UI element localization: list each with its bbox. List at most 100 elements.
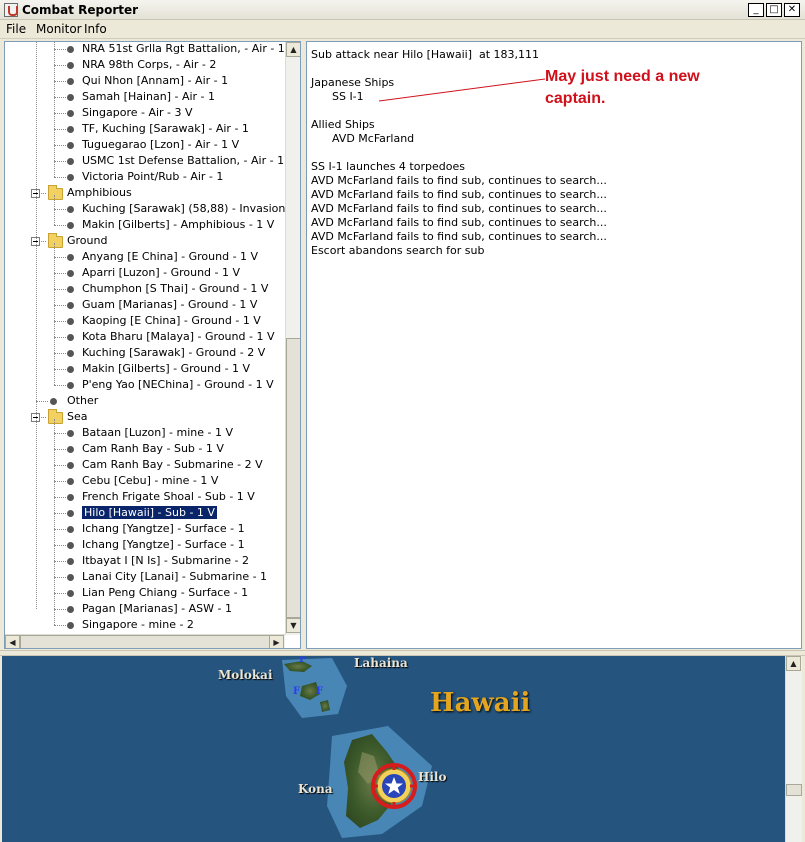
tree-item[interactable]: Ichang [Yangtze] - Surface - 1: [82, 521, 245, 537]
tree-item-label: Kaoping [E China] - Ground - 1 V: [82, 314, 261, 327]
tree-item-label: Kota Bharu [Malaya] - Ground - 1 V: [82, 330, 275, 343]
tree-item[interactable]: Kuching [Sarawak] (58,88) - Invasion - 1…: [82, 201, 285, 217]
hawaii-map[interactable]: F F F Molokai Lahaina Kona Hilo Hawaii: [2, 656, 785, 842]
tree-item[interactable]: P'eng Yao [NEChina] - Ground - 1 V: [82, 377, 274, 393]
annotation-arrow: [378, 78, 546, 102]
tree-item[interactable]: Chumphon [S Thai] - Ground - 1 V: [82, 281, 268, 297]
tree-item[interactable]: Bataan [Luzon] - mine - 1 V: [82, 425, 233, 441]
tree-item-label: TF, Kuching [Sarawak] - Air - 1: [82, 122, 249, 135]
tree-item[interactable]: Qui Nhon [Annam] - Air - 1: [82, 73, 228, 89]
tree-category-amphibious[interactable]: Amphibious: [67, 185, 132, 201]
bullet-icon: [67, 206, 74, 213]
tree-item[interactable]: Guam [Marianas] - Ground - 1 V: [82, 297, 257, 313]
bullet-icon: [67, 94, 74, 101]
menu-info[interactable]: Info: [84, 22, 107, 36]
tree-scroll-thumb[interactable]: [286, 338, 300, 618]
tree-category-sea[interactable]: Sea: [67, 409, 88, 425]
tree-item[interactable]: Kaoping [E China] - Ground - 1 V: [82, 313, 261, 329]
tree-item-label: Kuching [Sarawak] (58,88) - Invasion - 1…: [82, 202, 285, 215]
tree-item[interactable]: Pagan [Marianas] - ASW - 1: [82, 601, 232, 617]
tree-item[interactable]: NRA 98th Corps, - Air - 2: [82, 57, 216, 73]
tree-connector: [54, 225, 66, 226]
report-line: SS I-1 launches 4 torpedoes: [311, 160, 465, 173]
tree-item[interactable]: Aparri [Luzon] - Ground - 1 V: [82, 265, 240, 281]
tree-connector: [54, 81, 66, 82]
tree-hscroll-thumb[interactable]: [20, 635, 275, 648]
menu-file[interactable]: File: [6, 22, 26, 36]
scroll-down-icon[interactable]: ▼: [286, 618, 300, 633]
scroll-up-icon[interactable]: ▲: [286, 42, 300, 57]
tree-item[interactable]: Cam Ranh Bay - Sub - 1 V: [82, 441, 224, 457]
tree-item[interactable]: Lanai City [Lanai] - Submarine - 1: [82, 569, 267, 585]
tree-item-label: Cam Ranh Bay - Sub - 1 V: [82, 442, 224, 455]
scroll-left-icon[interactable]: ◀: [5, 635, 20, 648]
tree-item-label: Pagan [Marianas] - ASW - 1: [82, 602, 232, 615]
tree-item[interactable]: Lian Peng Chiang - Surface - 1: [82, 585, 248, 601]
tree-item[interactable]: Samah [Hainan] - Air - 1: [82, 89, 215, 105]
tree-item[interactable]: French Frigate Shoal - Sub - 1 V: [82, 489, 255, 505]
tree-vertical-scrollbar[interactable]: ▲ ▼: [285, 42, 300, 635]
close-button[interactable]: ✕: [784, 3, 800, 17]
f-marker-2[interactable]: F: [293, 686, 300, 697]
tree-item-label: Qui Nhon [Annam] - Air - 1: [82, 74, 229, 87]
tree-horizontal-scrollbar[interactable]: ◀ ▶: [5, 634, 285, 648]
annotation-note: May just need a new captain.: [545, 66, 765, 110]
tree-connector: [54, 609, 66, 610]
tree-connector: [54, 65, 66, 66]
tree-item[interactable]: Makin [Gilberts] - Amphibious - 1 V: [82, 217, 274, 233]
tree-item-label: Tuguegarao [Lzon] - Air - 1 V: [82, 138, 240, 151]
tree-connector: [54, 593, 66, 594]
menu-monitor[interactable]: Monitor: [36, 22, 82, 36]
map-scroll-up-icon[interactable]: ▲: [786, 656, 801, 671]
tree-item[interactable]: Kuching [Sarawak] - Ground - 2 V: [82, 345, 265, 361]
tree-item[interactable]: TF, Kuching [Sarawak] - Air - 1: [82, 121, 249, 137]
tree-item-label: Guam [Marianas] - Ground - 1 V: [82, 298, 258, 311]
tree-connector: [54, 497, 66, 498]
f-marker-3[interactable]: F: [316, 686, 323, 697]
bullet-icon: [67, 462, 74, 469]
tree-connector: [36, 401, 48, 402]
bullet-icon: [67, 78, 74, 85]
tree-category-ground[interactable]: Ground: [67, 233, 107, 249]
minimize-button[interactable]: _: [748, 3, 764, 17]
tree-item[interactable]: Makin [Gilberts] - Ground - 1 V: [82, 361, 250, 377]
tree-item-label: Makin [Gilberts] - Amphibious - 1 V: [82, 218, 275, 231]
tree-item[interactable]: Hilo [Hawaii] - Sub - 1 V: [81, 505, 218, 521]
map-vertical-scrollbar[interactable]: ▲: [785, 656, 802, 842]
map-scroll-thumb[interactable]: [786, 784, 802, 796]
tree-item[interactable]: Singapore - mine - 2: [82, 617, 194, 633]
annotation-line-1: May just need a new: [545, 68, 700, 85]
tree-item[interactable]: Tuguegarao [Lzon] - Air - 1 V: [82, 137, 239, 153]
tree-item[interactable]: Anyang [E China] - Ground - 1 V: [82, 249, 258, 265]
map-label-lahaina: Lahaina: [354, 656, 408, 670]
tree-item[interactable]: Cam Ranh Bay - Submarine - 2 V: [82, 457, 263, 473]
tree-connector: [54, 257, 66, 258]
tree-item[interactable]: Singapore - Air - 3 V: [82, 105, 193, 121]
tree-item-label: Bataan [Luzon] - mine - 1 V: [82, 426, 233, 439]
scroll-right-icon[interactable]: ▶: [269, 635, 284, 648]
tree-guide: [54, 42, 55, 177]
maximize-button[interactable]: □: [766, 3, 782, 17]
tree-item[interactable]: NRA 51st Grlla Rgt Battalion, - Air - 1 …: [82, 42, 285, 57]
tree-item[interactable]: Itbayat I [N Is] - Submarine - 2: [82, 553, 249, 569]
tree-connector: [54, 353, 66, 354]
tree-item[interactable]: Victoria Point/Rub - Air - 1: [82, 169, 223, 185]
bullet-icon: [67, 606, 74, 613]
tree-connector: [54, 305, 66, 306]
f-marker-1[interactable]: F: [299, 656, 306, 665]
tree-item[interactable]: Cebu [Cebu] - mine - 1 V: [82, 473, 218, 489]
bullet-icon: [67, 526, 74, 533]
tree-category-other[interactable]: Other: [67, 393, 98, 409]
tree-item[interactable]: Ichang [Yangtze] - Surface - 1: [82, 537, 245, 553]
tree-item-label: French Frigate Shoal - Sub - 1 V: [82, 490, 255, 503]
report-line: Escort abandons search for sub: [311, 244, 485, 257]
combat-tree-pane: NRA 51st Grlla Rgt Battalion, - Air - 1 …: [4, 41, 301, 649]
tree-connector: [54, 161, 66, 162]
report-line: AVD McFarland fails to find sub, continu…: [311, 202, 607, 215]
allied-star-roundel-icon[interactable]: [370, 762, 418, 810]
tree-item[interactable]: USMC 1st Defense Battalion, - Air - 1 V: [82, 153, 285, 169]
menu-bar: File Monitor Info: [0, 20, 805, 39]
bullet-icon: [67, 382, 74, 389]
tree-item[interactable]: Kota Bharu [Malaya] - Ground - 1 V: [82, 329, 274, 345]
tree-connector: [54, 129, 66, 130]
